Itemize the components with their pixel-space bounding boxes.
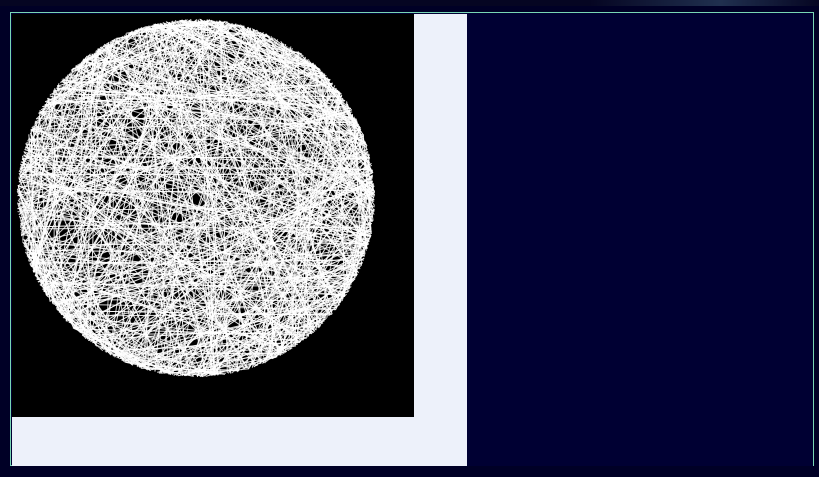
app-shell — [0, 0, 819, 477]
top-strip — [0, 0, 819, 6]
left-panel — [12, 14, 467, 466]
right-panel — [467, 14, 813, 466]
main-window — [10, 12, 814, 466]
string-art-circle-icon — [16, 18, 376, 378]
canvas-area[interactable] — [12, 14, 414, 417]
